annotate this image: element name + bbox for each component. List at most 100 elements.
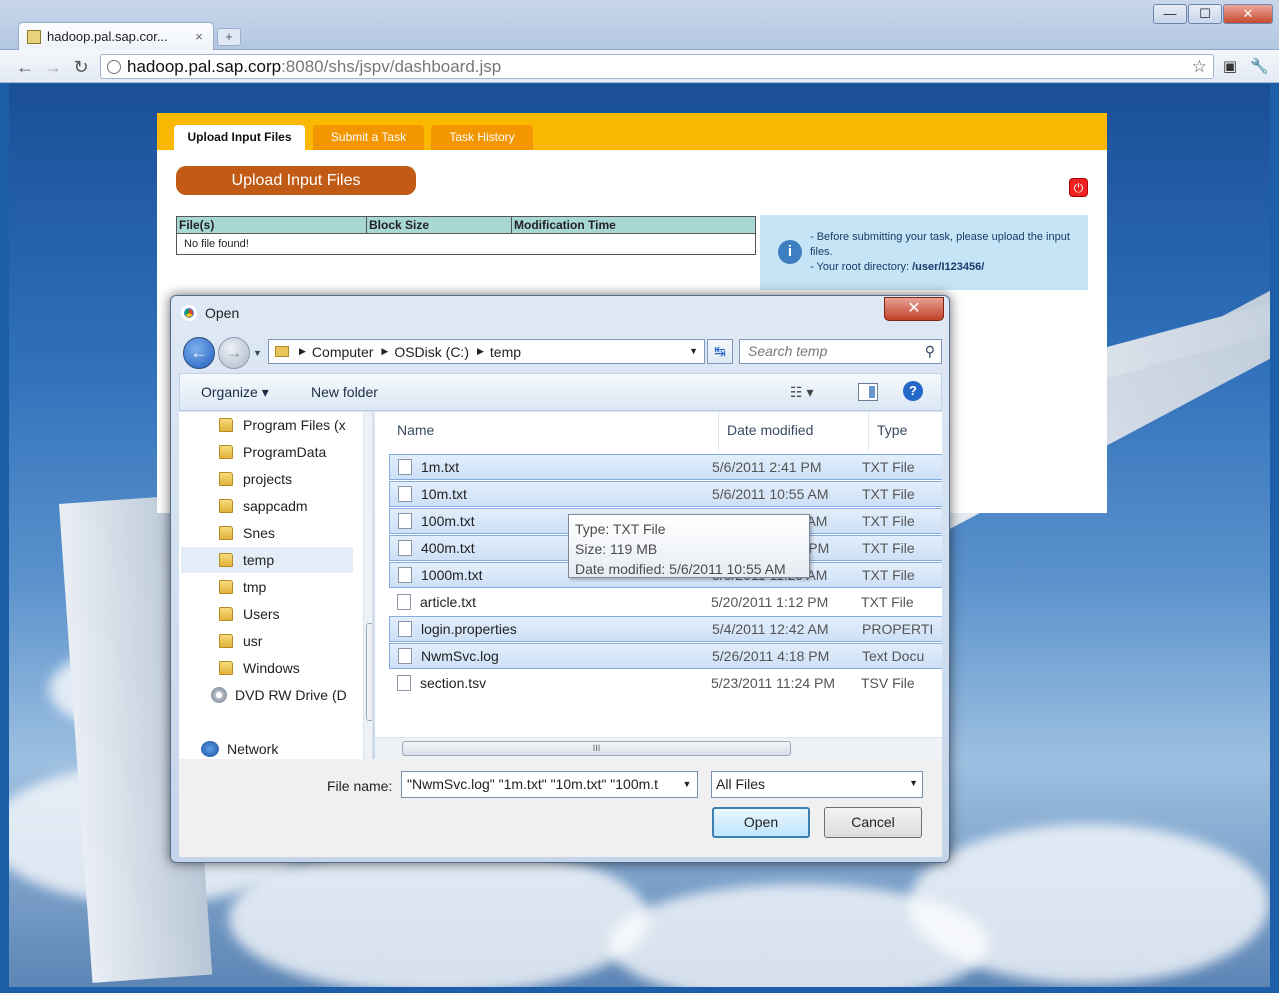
- cancel-button[interactable]: Cancel: [824, 807, 922, 838]
- list-item[interactable]: 10m.txt 5/6/2011 10:55 AM TXT File: [389, 481, 942, 507]
- app-tab-bar: Upload Input Files Submit a Task Task Hi…: [157, 113, 1107, 150]
- file-name-dropdown-icon[interactable]: ▼: [677, 772, 697, 797]
- tab-upload-input-files[interactable]: Upload Input Files: [174, 125, 305, 150]
- properties-file-icon: [398, 621, 412, 637]
- text-file-icon: [398, 540, 412, 556]
- tab-close-icon[interactable]: ×: [193, 29, 205, 44]
- text-file-icon: [398, 648, 412, 664]
- new-folder-button[interactable]: New folder: [311, 384, 378, 400]
- info-box: i - Before submitting your task, please …: [760, 215, 1088, 290]
- crumb-separator-icon[interactable]: ▶: [381, 346, 388, 357]
- nav-item-users[interactable]: Users: [219, 601, 280, 627]
- nav-item-temp[interactable]: temp: [181, 547, 353, 573]
- reload-icon[interactable]: ↻: [70, 56, 92, 78]
- folder-icon: [219, 634, 233, 648]
- horizontal-scrollbar-thumb[interactable]: III: [402, 741, 791, 756]
- window-close-button[interactable]: ✕: [1223, 4, 1273, 24]
- list-item[interactable]: login.properties 5/4/2011 12:42 AM PROPERT…: [389, 616, 942, 642]
- recent-locations-icon[interactable]: ▼: [253, 348, 262, 358]
- text-file-icon: [398, 513, 412, 529]
- breadcrumb-osdisk[interactable]: OSDisk (C:): [394, 344, 469, 360]
- page-menu-icon[interactable]: ▣: [1221, 58, 1239, 76]
- page-favicon-icon: [27, 29, 41, 44]
- column-header-block-size: Block Size: [366, 216, 512, 234]
- search-icon[interactable]: ⚲: [925, 343, 935, 360]
- bookmark-star-icon[interactable]: ☆: [1192, 57, 1207, 77]
- text-file-icon: [398, 459, 412, 475]
- files-table: File(s) Block Size Modification Time No …: [176, 216, 756, 255]
- minimize-button[interactable]: —: [1153, 4, 1187, 24]
- list-item[interactable]: NwmSvc.log 5/26/2011 4:18 PM Text Docu: [389, 643, 942, 669]
- forward-icon[interactable]: →: [42, 56, 64, 78]
- breadcrumb-computer[interactable]: Computer: [312, 344, 373, 360]
- folder-icon: [219, 499, 233, 513]
- browser-toolbar: ← → ↻ hadoop.pal.sap.corp:8080/shs/jspv/…: [0, 50, 1279, 83]
- nav-item-snes[interactable]: Snes: [219, 520, 275, 546]
- globe-icon: [107, 59, 121, 74]
- back-icon[interactable]: ←: [14, 56, 36, 78]
- file-type-dropdown-icon[interactable]: ▼: [909, 778, 918, 788]
- search-input[interactable]: Search temp ⚲: [739, 339, 942, 364]
- dvd-drive-icon: [211, 687, 227, 703]
- address-dropdown-icon[interactable]: ▼: [689, 346, 698, 356]
- forward-arrow-icon[interactable]: →: [218, 337, 250, 369]
- column-header-name[interactable]: Name: [389, 412, 719, 450]
- folder-icon: [219, 607, 233, 621]
- folder-icon: [219, 580, 233, 594]
- breadcrumb-temp[interactable]: temp: [490, 344, 521, 360]
- info-text: - Before submitting your task, please up…: [810, 231, 1070, 273]
- dialog-close-button[interactable]: ✕: [884, 297, 944, 321]
- browser-tab[interactable]: hadoop.pal.sap.cor... ×: [18, 22, 214, 50]
- text-file-icon: [398, 567, 412, 583]
- maximize-button[interactable]: ☐: [1188, 4, 1222, 24]
- nav-item-usr[interactable]: usr: [219, 628, 262, 654]
- nav-item-projects[interactable]: projects: [219, 466, 292, 492]
- chrome-icon: [181, 305, 197, 321]
- crumb-separator-icon[interactable]: ▶: [477, 346, 484, 357]
- organize-button[interactable]: Organize ▾: [201, 384, 269, 401]
- folder-icon: [219, 661, 233, 675]
- refresh-icon[interactable]: ↹: [707, 339, 733, 364]
- nav-item-windows[interactable]: Windows: [219, 655, 300, 681]
- column-header-modification-time: Modification Time: [511, 216, 756, 234]
- nav-item-network[interactable]: Network: [201, 736, 278, 759]
- list-item[interactable]: 1m.txt 5/6/2011 2:41 PM TXT File: [389, 454, 942, 480]
- list-item[interactable]: article.txt 5/20/2011 1:12 PM TXT File: [389, 589, 942, 615]
- wrench-icon[interactable]: 🔧: [1250, 58, 1269, 76]
- nav-scrollbar-thumb[interactable]: [366, 623, 372, 721]
- nav-item-program-files[interactable]: Program Files (x: [219, 412, 346, 438]
- list-item[interactable]: section.tsv 5/23/2011 11:24 PM TSV File: [389, 670, 942, 696]
- nav-item-programdata[interactable]: ProgramData: [219, 439, 326, 465]
- folder-icon: [219, 553, 233, 567]
- table-row: No file found!: [177, 234, 756, 255]
- column-header-files: File(s): [176, 216, 367, 234]
- crumb-separator-icon[interactable]: ▶: [299, 346, 306, 357]
- nav-item-tmp[interactable]: tmp: [219, 574, 266, 600]
- back-arrow-icon[interactable]: ←: [183, 337, 215, 369]
- nav-scrollbar[interactable]: [363, 412, 372, 759]
- new-tab-button[interactable]: +: [217, 28, 241, 46]
- address-bar[interactable]: hadoop.pal.sap.corp:8080/shs/jspv/dashbo…: [100, 54, 1214, 79]
- power-logout-icon[interactable]: ⏻: [1069, 178, 1088, 197]
- open-button[interactable]: Open: [712, 807, 810, 838]
- horizontal-scrollbar[interactable]: III: [375, 737, 942, 759]
- column-header-type[interactable]: Type: [869, 412, 942, 450]
- tab-submit-a-task[interactable]: Submit a Task: [313, 125, 424, 150]
- column-header-date-modified[interactable]: Date modified: [719, 412, 869, 450]
- folder-icon: [275, 346, 289, 357]
- upload-input-files-button[interactable]: Upload Input Files: [176, 166, 416, 195]
- nav-item-dvd-drive[interactable]: DVD RW Drive (D: [211, 682, 347, 708]
- text-file-icon: [397, 675, 411, 691]
- file-type-select[interactable]: All Files ▼: [711, 771, 923, 798]
- file-name-input[interactable]: "NwmSvc.log" "1m.txt" "10m.txt" "100m.t …: [401, 771, 698, 798]
- help-icon[interactable]: ?: [903, 381, 923, 401]
- folder-address-bar[interactable]: ▶ Computer ▶ OSDisk (C:) ▶ temp ▼: [268, 339, 705, 364]
- nav-item-sappcadm[interactable]: sappcadm: [219, 493, 308, 519]
- folder-icon: [219, 526, 233, 540]
- browser-titlebar: hadoop.pal.sap.cor... × + — ☐ ✕: [0, 0, 1279, 50]
- change-view-icon[interactable]: ☷ ▾: [790, 384, 813, 401]
- preview-pane-icon[interactable]: [858, 383, 878, 401]
- tab-task-history[interactable]: Task History: [431, 125, 533, 150]
- navigation-pane: Program Files (x ProgramData projects sa…: [179, 412, 373, 759]
- open-file-dialog: Open ✕ ← → ▼ ▶ Computer ▶ OSDisk (C:) ▶ …: [170, 295, 950, 863]
